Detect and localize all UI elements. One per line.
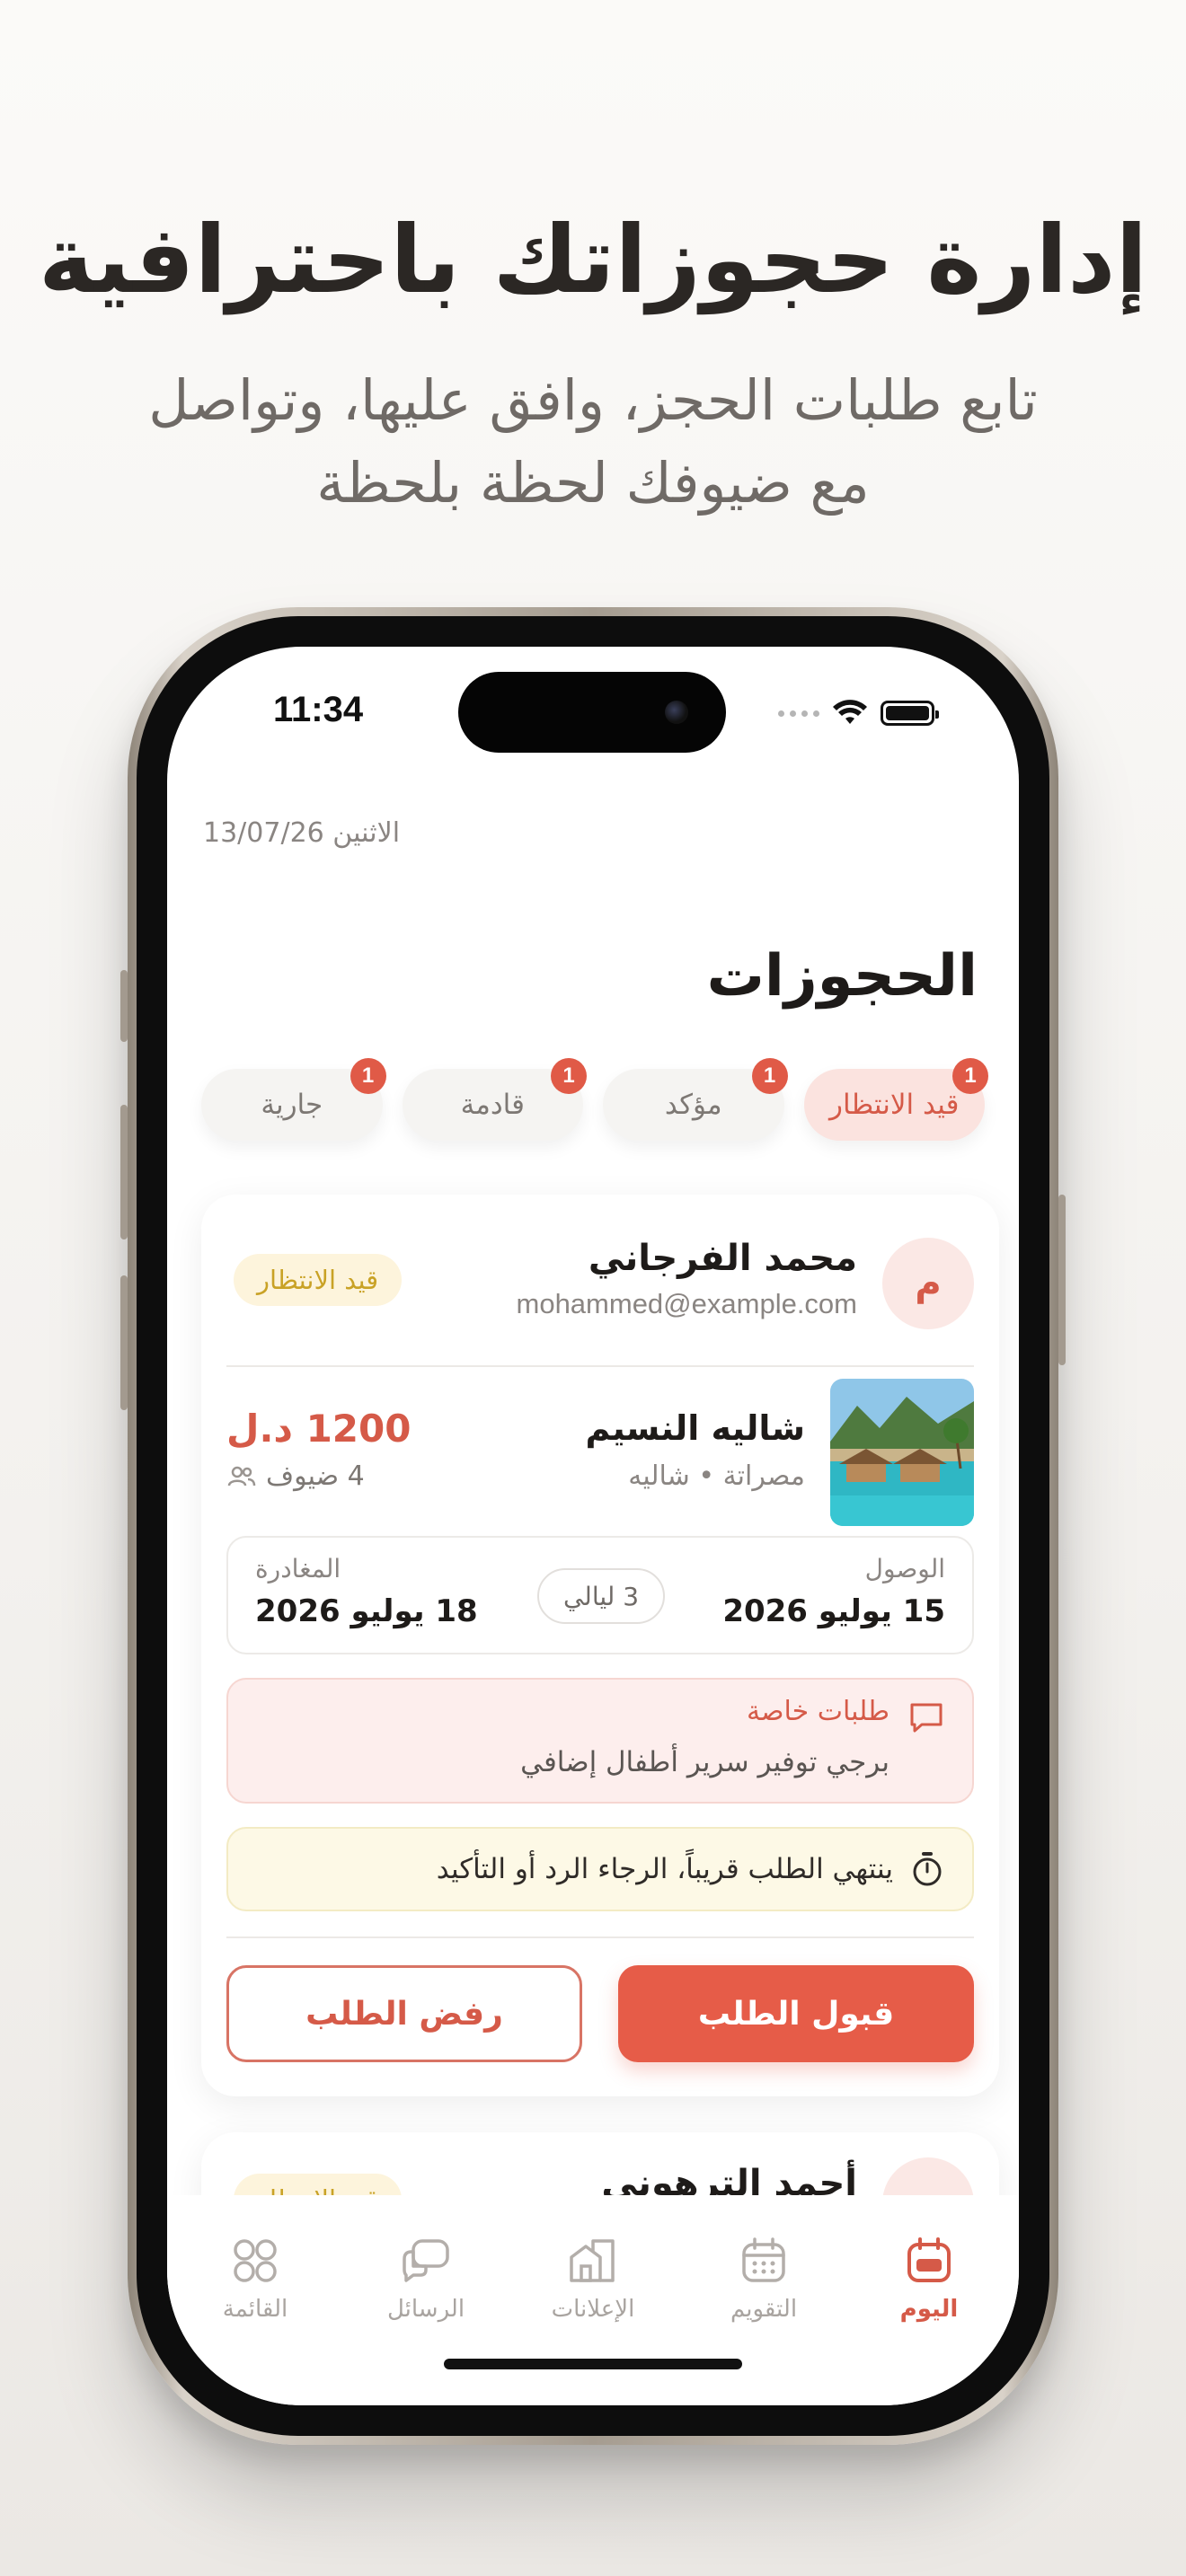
special-requests-title: طلبات خاصة bbox=[746, 1696, 890, 1727]
listings-building-icon bbox=[570, 2239, 615, 2282]
property-image bbox=[830, 1379, 974, 1526]
property-location: مصراتة • شاليه bbox=[628, 1460, 805, 1492]
users-icon bbox=[227, 1466, 256, 1486]
accept-button[interactable]: قبول الطلب bbox=[618, 1965, 974, 2062]
guest-count-label: 4 ضيوف bbox=[266, 1460, 365, 1492]
divider bbox=[226, 1365, 974, 1367]
power-button bbox=[1058, 1195, 1066, 1365]
hero-subtitle-line-2: مع ضيوفك لحظة بلحظة bbox=[316, 450, 870, 516]
timer-icon bbox=[913, 1852, 942, 1886]
front-camera bbox=[665, 701, 688, 724]
hero-subtitle: تابع طلبات الحجز، وافق عليها، وتواصل مع … bbox=[108, 359, 1078, 525]
tab-count-badge: 1 bbox=[751, 1058, 788, 1094]
tab-ongoing[interactable]: جارية 1 bbox=[201, 1058, 386, 1141]
stay-dates: الوصول 15 يوليو 2026 3 ليالي المغادرة 18… bbox=[226, 1536, 974, 1654]
tab-confirmed[interactable]: مؤكد 1 bbox=[603, 1058, 788, 1141]
tab-count-badge: 1 bbox=[952, 1058, 988, 1094]
header-date: الاثنين 13/07/26 bbox=[203, 817, 401, 849]
hero-title: إدارة حجوزاتك باحترافية bbox=[38, 205, 1148, 314]
signal-dots-icon bbox=[778, 710, 819, 717]
tab-label: قادمة bbox=[460, 1089, 525, 1121]
tab-label: قيد الانتظار bbox=[829, 1089, 960, 1121]
reject-button[interactable]: رفض الطلب bbox=[226, 1965, 582, 2062]
warning-text: ينتهي الطلب قريباً، الرجاء الرد أو التأك… bbox=[436, 1853, 893, 1885]
departure-date: 18 يوليو 2026 bbox=[255, 1593, 478, 1629]
tab-today[interactable]: اليوم bbox=[857, 2231, 1001, 2323]
status-indicators bbox=[778, 695, 958, 731]
volume-down-button bbox=[120, 1275, 128, 1410]
hero-subtitle-line-1: تابع طلبات الحجز، وافق عليها، وتواصل bbox=[148, 367, 1038, 433]
chat-bubbles-icon bbox=[403, 2239, 449, 2282]
action-button bbox=[120, 970, 128, 1042]
battery-icon bbox=[881, 701, 939, 726]
status-time: 11:34 bbox=[273, 690, 364, 729]
wifi-icon bbox=[833, 700, 867, 724]
tab-calendar[interactable]: التقويم bbox=[692, 2231, 836, 2323]
tab-label: التقويم bbox=[730, 2296, 798, 2323]
expiry-warning: ينتهي الطلب قريباً، الرجاء الرد أو التأك… bbox=[226, 1827, 974, 1911]
arrival-label: الوصول bbox=[864, 1554, 945, 1584]
tab-count-badge: 1 bbox=[350, 1058, 386, 1094]
volume-up-button bbox=[120, 1105, 128, 1239]
booking-card[interactable]: م محمد الفرجاني mohammed@example.com قيد… bbox=[201, 1195, 999, 2096]
dynamic-island bbox=[458, 672, 726, 753]
divider bbox=[226, 1936, 974, 1938]
tab-bar: اليوم التقويم الإعلانات الرسائل القائمة bbox=[167, 2195, 1019, 2405]
guest-email: mohammed@example.com bbox=[516, 1288, 858, 1319]
tab-label: الإعلانات bbox=[551, 2296, 635, 2323]
tab-label: اليوم bbox=[899, 2296, 959, 2323]
phone-screen: 11:34 الاثنين 13/07/26 الحجوزات قيد الان… bbox=[167, 647, 1019, 2405]
home-indicator[interactable] bbox=[444, 2359, 742, 2369]
message-icon bbox=[910, 1703, 943, 1733]
tab-count-badge: 1 bbox=[551, 1058, 587, 1094]
property-name: شاليه النسيم bbox=[585, 1408, 805, 1448]
guest-name: محمد الفرجاني bbox=[588, 1238, 857, 1279]
nights-badge: 3 ليالي bbox=[537, 1568, 665, 1624]
tab-label: مؤكد bbox=[664, 1089, 722, 1121]
booking-price: 1200 د.ل bbox=[226, 1407, 412, 1451]
status-badge: قيد الانتظار bbox=[234, 1254, 403, 1306]
arrival-date: 15 يوليو 2026 bbox=[722, 1593, 945, 1629]
special-requests: طلبات خاصة برجي توفير سرير أطفال إضافي bbox=[226, 1678, 974, 1804]
filter-tabs: قيد الانتظار 1 مؤكد 1 قادمة 1 جارية 1 bbox=[201, 1058, 988, 1144]
tab-menu[interactable]: القائمة bbox=[183, 2231, 327, 2323]
departure-label: المغادرة bbox=[255, 1554, 341, 1584]
tab-pending[interactable]: قيد الانتظار 1 bbox=[803, 1058, 988, 1141]
tab-label: الرسائل bbox=[386, 2296, 465, 2323]
calendar-grid-icon bbox=[742, 2237, 785, 2282]
guest-count: 4 ضيوف bbox=[226, 1460, 365, 1492]
special-requests-text: برجي توفير سرير أطفال إضافي bbox=[520, 1746, 890, 1778]
tab-upcoming[interactable]: قادمة 1 bbox=[402, 1058, 587, 1141]
tab-messages[interactable]: الرسائل bbox=[354, 2231, 498, 2323]
menu-grid-icon bbox=[234, 2239, 277, 2282]
tab-listings[interactable]: الإعلانات bbox=[521, 2231, 665, 2323]
page-title: الحجوزات bbox=[706, 943, 978, 1010]
avatar: م bbox=[882, 1238, 974, 1329]
tab-label: القائمة bbox=[222, 2296, 288, 2323]
calendar-today-icon bbox=[907, 2237, 951, 2282]
tab-label: جارية bbox=[261, 1089, 323, 1121]
